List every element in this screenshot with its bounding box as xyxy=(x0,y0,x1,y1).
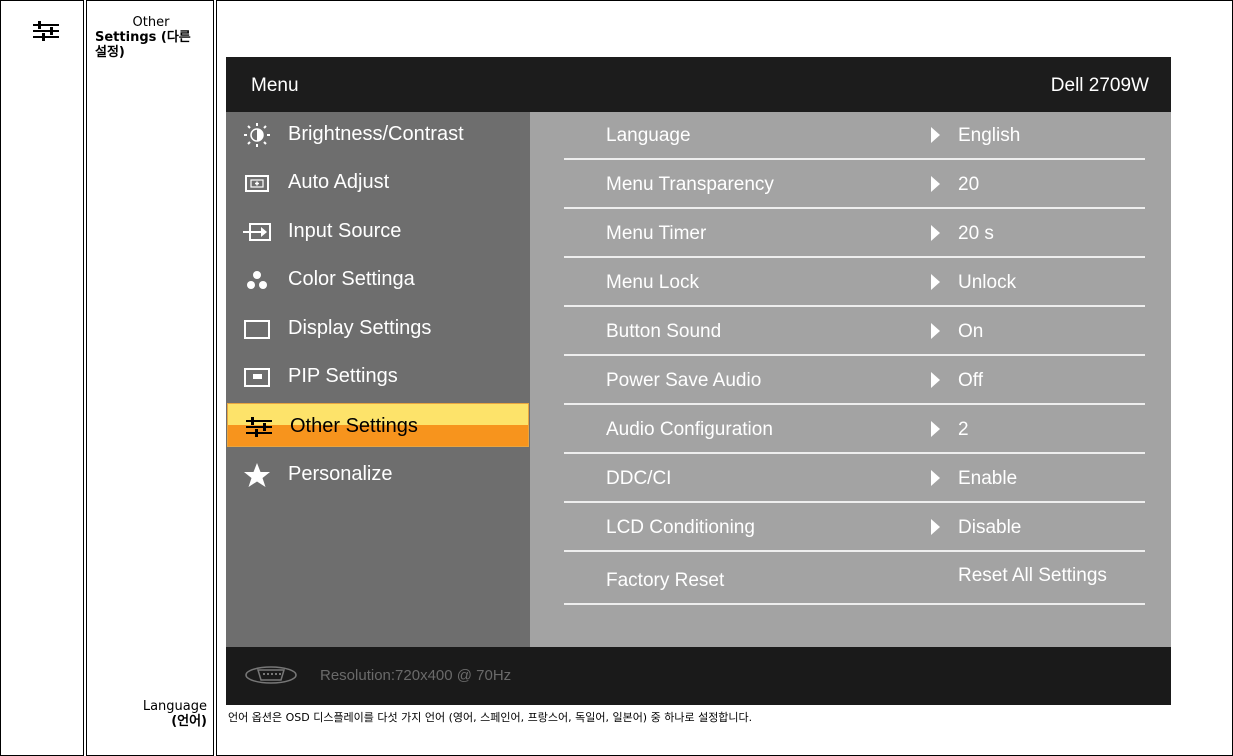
option-value: Off xyxy=(958,370,983,391)
arrow-right-icon xyxy=(931,372,940,388)
resolution-text: Resolution:720x400 @ 70Hz xyxy=(320,667,512,684)
option-value: 20 xyxy=(958,174,980,195)
menu-item-label: Input Source xyxy=(288,220,402,242)
option-value: Unlock xyxy=(958,272,1017,293)
osd-menu: Menu Dell 2709W Brightness/Contrast Auto… xyxy=(226,57,1171,705)
divider xyxy=(564,603,1145,605)
option-name: Menu Timer xyxy=(606,223,707,244)
menu-item-other-settings[interactable]: Other Settings xyxy=(227,403,529,447)
menu-item-input-source[interactable]: Input Source xyxy=(226,209,530,253)
option-menu-lock[interactable]: Menu Lock Unlock xyxy=(564,259,1145,307)
option-name: Menu Transparency xyxy=(606,174,774,195)
menu-item-color-settings[interactable]: Color Settinga xyxy=(226,257,530,301)
menu-item-label: PIP Settings xyxy=(288,365,398,387)
menu-item-label: Color Settinga xyxy=(288,268,415,290)
label-cell: Other Settings (다른 설정) Language (언어) xyxy=(86,0,214,756)
sliders-icon xyxy=(246,417,272,437)
category-label-rest: Settings (다른 설정) xyxy=(95,30,191,60)
osd-title: Menu xyxy=(251,75,299,96)
menu-item-auto-adjust[interactable]: Auto Adjust xyxy=(226,160,530,204)
option-value: 20 s xyxy=(958,223,994,244)
divider xyxy=(564,305,1145,307)
option-ddc-ci[interactable]: DDC/CI Enable xyxy=(564,455,1145,503)
arrow-right-icon xyxy=(931,127,940,143)
option-language[interactable]: Language English xyxy=(564,112,1145,160)
option-audio-configuration[interactable]: Audio Configuration 2 xyxy=(564,406,1145,454)
menu-item-display-settings[interactable]: Display Settings xyxy=(226,306,530,350)
option-value: On xyxy=(958,321,984,342)
option-value: Reset All Settings xyxy=(958,565,1107,586)
option-value: Disable xyxy=(958,517,1022,538)
divider xyxy=(564,256,1145,258)
arrow-right-icon xyxy=(931,176,940,192)
menu-item-pip-settings[interactable]: PIP Settings xyxy=(226,354,530,398)
arrow-right-icon xyxy=(931,470,940,486)
category-label-line1: Other xyxy=(132,15,170,30)
option-factory-reset[interactable]: Factory Reset Reset All Settings xyxy=(564,553,1145,605)
divider xyxy=(564,550,1145,552)
option-name: LCD Conditioning xyxy=(606,517,755,538)
option-value: 2 xyxy=(958,419,969,440)
menu-item-label: Display Settings xyxy=(288,317,432,339)
star-icon xyxy=(244,463,270,487)
sliders-icon xyxy=(33,21,59,41)
arrow-right-icon xyxy=(931,274,940,290)
description-text: 언어 옵션은 OSD 디스플레이를 다섯 가지 언어 (영어, 스페인어, 프랑… xyxy=(228,711,753,724)
arrow-right-icon xyxy=(931,519,940,535)
option-value: English xyxy=(958,125,1021,146)
category-label: Other Settings (다른 설정) xyxy=(95,15,207,60)
color-dots-icon xyxy=(247,271,267,289)
menu-item-personalize[interactable]: Personalize xyxy=(226,452,530,496)
option-value: Enable xyxy=(958,468,1018,489)
menu-item-label: Auto Adjust xyxy=(288,171,390,193)
osd-options-panel: Language English Menu Transparency 20 Me… xyxy=(530,112,1171,647)
osd-header: Menu Dell 2709W xyxy=(226,57,1171,112)
option-power-save-audio[interactable]: Power Save Audio Off xyxy=(564,357,1145,405)
submenu-label-name: Language xyxy=(142,699,207,714)
option-name: Power Save Audio xyxy=(606,370,762,391)
submenu-label: Language (언어) xyxy=(91,699,207,729)
divider xyxy=(564,452,1145,454)
osd-footer: Resolution:720x400 @ 70Hz xyxy=(226,647,1171,705)
option-name: Button Sound xyxy=(606,321,722,342)
option-name: DDC/CI xyxy=(606,468,672,489)
divider xyxy=(564,207,1145,209)
option-lcd-conditioning[interactable]: LCD Conditioning Disable xyxy=(564,504,1145,552)
option-name: Language xyxy=(606,125,691,146)
display-icon xyxy=(244,320,270,339)
arrow-right-icon xyxy=(931,323,940,339)
brightness-icon xyxy=(244,123,270,147)
input-source-icon xyxy=(243,223,271,241)
icon-cell xyxy=(0,0,84,756)
osd-main-menu: Brightness/Contrast Auto Adjust Input So… xyxy=(226,112,530,647)
osd-model: Dell 2709W xyxy=(1050,75,1149,96)
menu-item-label: Other Settings xyxy=(290,415,418,437)
auto-adjust-icon xyxy=(245,175,269,192)
option-name: Audio Configuration xyxy=(606,419,773,440)
arrow-right-icon xyxy=(931,421,940,437)
arrow-right-icon xyxy=(931,225,940,241)
option-name: Menu Lock xyxy=(606,272,699,293)
pip-icon xyxy=(244,368,270,387)
option-menu-timer[interactable]: Menu Timer 20 s xyxy=(564,210,1145,258)
submenu-label-korean: (언어) xyxy=(171,714,207,729)
option-button-sound[interactable]: Button Sound On xyxy=(564,308,1145,356)
divider xyxy=(564,354,1145,356)
option-menu-transparency[interactable]: Menu Transparency 20 xyxy=(564,161,1145,209)
option-name: Factory Reset xyxy=(606,570,725,591)
divider xyxy=(564,403,1145,405)
divider xyxy=(564,158,1145,160)
menu-item-brightness-contrast[interactable]: Brightness/Contrast xyxy=(226,112,530,156)
menu-item-label: Brightness/Contrast xyxy=(288,123,464,145)
vga-connector-icon xyxy=(245,666,297,684)
divider xyxy=(564,501,1145,503)
menu-item-label: Personalize xyxy=(288,463,393,485)
